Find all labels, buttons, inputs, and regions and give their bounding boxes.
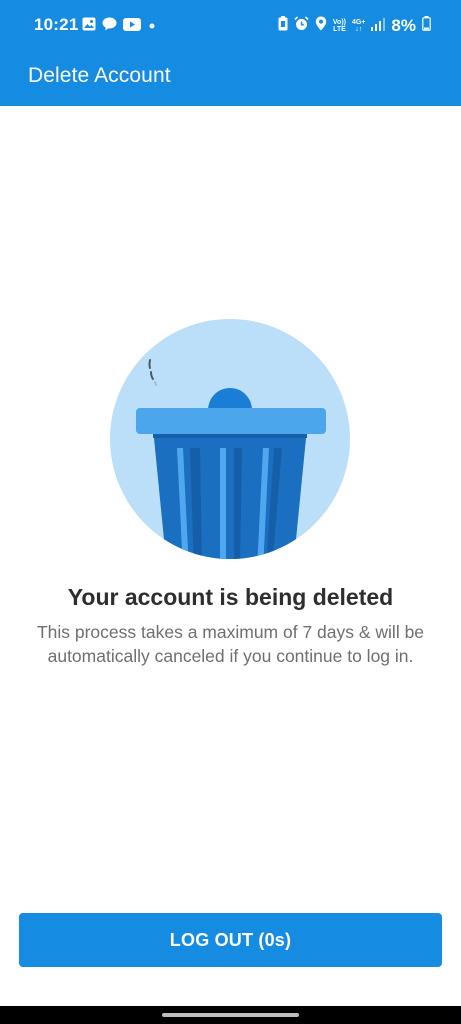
data-arrows-icon: ↓↑	[355, 26, 363, 33]
status-time: 10:21	[34, 15, 79, 34]
youtube-icon	[123, 17, 141, 36]
debris-mark	[154, 381, 157, 386]
dot-icon	[147, 18, 157, 36]
debris-mark	[148, 359, 151, 369]
lte-label: LTE	[333, 26, 346, 33]
bin-lid	[136, 408, 326, 434]
volte-label: Vo))	[332, 19, 346, 26]
battery-icon	[422, 16, 431, 36]
trash-bin-icon	[110, 319, 350, 559]
signal-icon	[371, 17, 386, 36]
alarm-icon	[294, 16, 309, 36]
volte-indicator: Vo)) LTE	[333, 19, 346, 33]
home-indicator[interactable]	[162, 1013, 299, 1017]
status-left-icons	[82, 17, 157, 36]
network-4g-label: 4G+	[351, 19, 366, 26]
app-bar: Delete Account	[0, 52, 461, 106]
page-title: Delete Account	[28, 64, 171, 87]
trash-bin-illustration	[100, 310, 360, 570]
bin-body	[153, 428, 307, 559]
battery-percent: 8%	[391, 16, 416, 35]
gallery-icon	[82, 17, 96, 36]
battery-saver-icon	[278, 16, 288, 36]
chat-bubble-icon	[102, 17, 117, 36]
network-4g-indicator: 4G+ ↓↑	[352, 19, 365, 33]
deletion-description: This process takes a maximum of 7 days &…	[36, 622, 425, 666]
navigation-bar	[0, 1006, 461, 1024]
status-bar: 10:21 Vo)) LTE 4G+ ↓↑ 8%	[0, 0, 461, 52]
deletion-title: Your account is being deleted	[67, 584, 394, 610]
screen: 10:21 Vo)) LTE 4G+ ↓↑ 8% Delete Account …	[0, 0, 461, 1024]
logout-button[interactable]: LOG OUT (0s)	[19, 913, 442, 967]
bin-stripe	[220, 448, 226, 559]
location-icon	[315, 16, 327, 36]
status-right-icons: Vo)) LTE 4G+ ↓↑ 8%	[278, 16, 431, 36]
